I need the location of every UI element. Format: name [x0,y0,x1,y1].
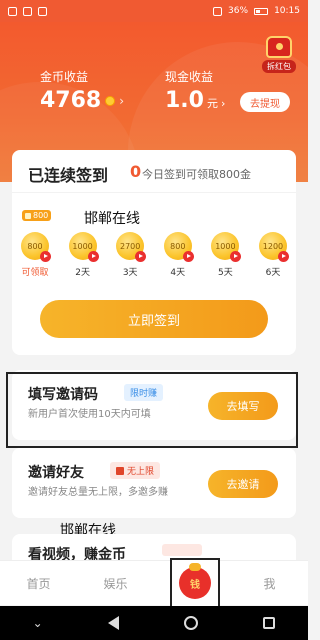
cash-earnings-label: 现金收益 [165,70,214,84]
money-bag-char: 钱 [190,580,200,591]
withdraw-button[interactable]: 去提现 [240,92,290,112]
invite-friends-task: 邀请好友 无上限 邀请好友总量无上限，多邀多赚 去邀请 [12,448,296,518]
play-icon [87,251,99,262]
signin-day-label: 3天 [122,268,138,278]
signin-days: 800 可领取 1000 2天 2700 3天 800 4天 1000 5天 1… [18,232,290,278]
play-icon [135,251,147,262]
recents-icon[interactable] [263,617,276,629]
task-tag-label: 无上限 [127,467,155,477]
cash-unit: 元 [206,97,218,110]
coin-icon: 800 [163,232,194,262]
reward-bubble-value: 800 [33,211,49,220]
task-tag: 无上限 [110,462,161,479]
clock: 10:15 [274,6,300,16]
bottom-nav: 首页 娱乐 我 [0,560,308,605]
open-red-packet-button[interactable]: 拆红包 [262,36,296,73]
battery-percent: 36% [228,6,249,16]
nfc-icon [213,6,223,16]
play-icon [230,251,242,262]
highlight-box [6,372,298,448]
cash-earnings-value: 1.0 [165,88,204,113]
notification-icon [38,6,47,16]
coin-earnings[interactable]: 4768 › [40,88,124,113]
coin-icon: 1000 [211,232,242,262]
watermark: 邯郸在线 [84,211,140,227]
signin-day-label: 可领取 [21,268,49,278]
signin-hint: 今日签到可领取800金 [142,168,251,181]
signin-day[interactable]: 800 4天 [161,232,195,278]
home-icon[interactable] [184,616,199,630]
signin-title: 已连续签到 [28,166,109,185]
chevron-right-icon: › [220,97,226,110]
coin-icon [105,95,116,106]
signin-day[interactable]: 1000 5天 [208,232,242,278]
signin-button[interactable]: 立即签到 [40,300,268,338]
invite-friends-button[interactable]: 去邀请 [208,470,278,498]
signin-day[interactable]: 1000 2天 [66,232,100,278]
coin-icon: 2700 [116,232,147,262]
play-icon [277,251,289,262]
nav-me[interactable]: 我 [231,575,308,592]
battery-icon [254,7,269,15]
status-bar: 36% 10:15 [0,0,308,22]
notification-icon [8,6,17,16]
coin-earnings-label: 金币收益 [40,70,89,84]
money-bag-icon: 钱 [179,563,211,599]
task-desc: 邀请好友总量无上限，多邀多赚 [28,487,168,498]
signin-day-label: 5天 [218,268,233,278]
gift-icon [25,212,31,219]
chevron-down-icon[interactable]: ⌄ [33,616,43,630]
coin-icon: 800 [21,232,51,262]
task-title: 邀请好友 [28,465,84,481]
signin-day[interactable]: 2700 3天 [113,232,147,278]
cash-earnings: 1.0 元 › [165,88,225,113]
coin-icon: 1200 [258,232,289,262]
signin-day[interactable]: 800 可领取 [18,232,52,278]
coin-icon: 1000 [68,232,99,262]
coin-earnings-value: 4768 [40,88,102,113]
reward-bubble: 800 [22,210,52,221]
play-icon [182,251,194,262]
play-icon [40,251,51,262]
divider [12,192,296,193]
task-tag [162,544,202,556]
signin-day-label: 6天 [265,268,281,278]
signin-count: 0 [130,162,142,181]
signin-day-label: 2天 [75,268,90,278]
chevron-right-icon: › [119,93,125,108]
red-packet-label: 拆红包 [262,60,296,73]
gift-icon [116,466,124,475]
notification-icon [23,6,32,16]
signin-day[interactable]: 1200 6天 [256,232,290,278]
back-icon[interactable] [107,616,119,630]
nav-earn-highlight[interactable]: 钱 [170,558,220,608]
red-packet-icon [266,36,292,58]
system-nav-bar: ⌄ [0,606,308,640]
signin-card: 已连续签到 0 今日签到可领取800金 800 邯郸在线 800 可领取 100… [12,150,296,355]
signin-day-label: 4天 [170,268,186,278]
nav-home[interactable]: 首页 [0,575,77,592]
nav-entertainment[interactable]: 娱乐 [77,575,154,592]
